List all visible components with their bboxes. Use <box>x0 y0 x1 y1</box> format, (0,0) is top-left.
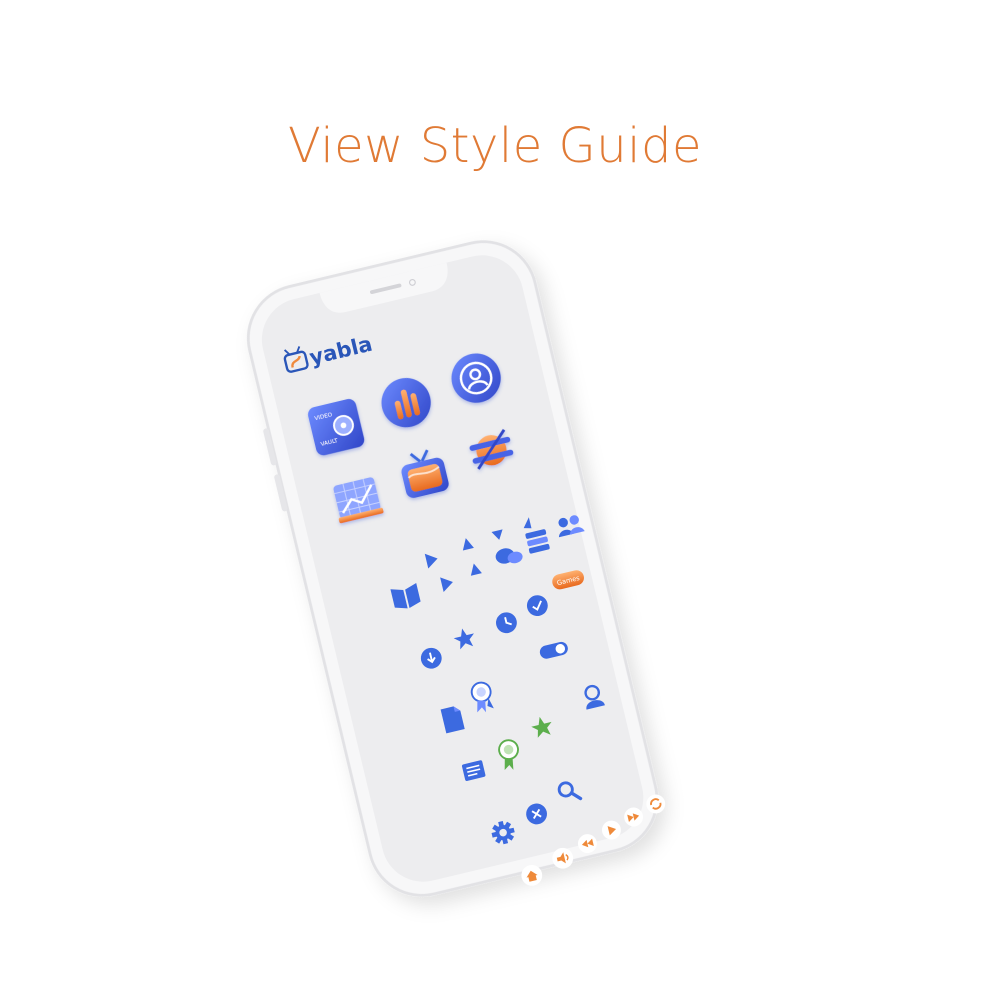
phone-svg: yabla VIDEO VAULT Games <box>246 240 666 897</box>
page-title: View Style Guide <box>288 118 702 174</box>
phone-mockup: yabla VIDEO VAULT Games <box>246 240 708 897</box>
